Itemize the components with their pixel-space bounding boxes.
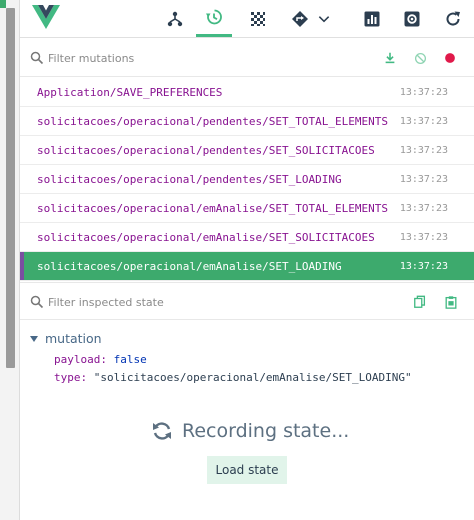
- mutation-time: 13:37:23: [399, 115, 448, 127]
- mutation-row[interactable]: solicitacoes/operacional/pendentes/SET_S…: [20, 136, 474, 165]
- mutation-name: solicitacoes/operacional/emAnalise/SET_S…: [37, 230, 375, 244]
- mutation-name: solicitacoes/operacional/emAnalise/SET_L…: [37, 259, 342, 273]
- mutations-filter-bar: [20, 39, 474, 77]
- mutation-section-toggle[interactable]: mutation: [30, 331, 102, 346]
- performance-icon: [364, 11, 380, 26]
- inspector-mutation-section: mutation payload: false type: "solicitac…: [20, 322, 474, 402]
- settings-icon: [404, 11, 420, 26]
- left-scrollbar[interactable]: [6, 8, 15, 368]
- search-icon: [30, 51, 44, 65]
- mutation-row[interactable]: solicitacoes/operacional/pendentes/SET_T…: [20, 107, 474, 136]
- search-icon: [30, 295, 44, 309]
- mutation-row-selected[interactable]: solicitacoes/operacional/emAnalise/SET_L…: [20, 252, 474, 281]
- sync-icon: [153, 422, 171, 440]
- mutation-time: 13:37:23: [399, 86, 448, 98]
- more-tabs-dropdown[interactable]: [313, 0, 335, 37]
- load-state-button[interactable]: Load state: [207, 456, 287, 484]
- record-icon: [445, 53, 455, 63]
- timeline-tab[interactable]: [196, 0, 232, 37]
- mutation-row[interactable]: solicitacoes/operacional/pendentes/SET_L…: [20, 165, 474, 194]
- payload-property: payload: false: [54, 353, 147, 366]
- recording-text: Recording state...: [182, 420, 350, 442]
- paste-state-button[interactable]: [443, 294, 459, 310]
- mutation-row[interactable]: solicitacoes/operacional/emAnalise/SET_T…: [20, 194, 474, 223]
- copy-icon: [414, 295, 426, 308]
- recording-status: Recording state...: [150, 419, 349, 443]
- components-icon: [167, 11, 183, 26]
- mutation-time: 13:37:23: [399, 202, 448, 214]
- payload-value: false: [113, 353, 147, 366]
- settings-tab[interactable]: [394, 0, 430, 37]
- record-toggle[interactable]: [442, 50, 458, 66]
- refresh-icon: [446, 11, 460, 26]
- state-filter-bar: [20, 282, 474, 320]
- mutation-section-title: mutation: [45, 331, 102, 346]
- vue-logo: [32, 5, 60, 29]
- download-icon: [385, 52, 395, 64]
- mutation-time: 13:37:23: [399, 173, 448, 185]
- filter-state-input[interactable]: [48, 292, 348, 312]
- mutation-name: solicitacoes/operacional/pendentes/SET_T…: [37, 114, 388, 128]
- payload-key: payload:: [54, 353, 107, 366]
- toolbar: [20, 0, 474, 38]
- revert-all-button[interactable]: [412, 50, 428, 66]
- mutation-time: 13:37:23: [399, 231, 448, 243]
- mutation-time: 13:37:23: [399, 144, 448, 156]
- mutation-time: 13:37:23: [399, 260, 448, 272]
- devtools-panel: Application/SAVE_PREFERENCES 13:37:23 so…: [20, 0, 474, 520]
- vuex-tab[interactable]: [240, 0, 276, 37]
- triangle-down-icon: [30, 335, 38, 342]
- mutation-name: solicitacoes/operacional/pendentes/SET_L…: [37, 172, 342, 186]
- mutations-list: Application/SAVE_PREFERENCES 13:37:23 so…: [20, 78, 474, 281]
- left-panel-edge: [0, 0, 20, 520]
- clipboard-icon: [445, 296, 457, 309]
- mutation-row[interactable]: solicitacoes/operacional/emAnalise/SET_S…: [20, 223, 474, 252]
- mutation-row[interactable]: Application/SAVE_PREFERENCES 13:37:23: [20, 78, 474, 107]
- edge-accent: [0, 0, 6, 8]
- refresh-button[interactable]: [435, 0, 471, 37]
- mutation-name: solicitacoes/operacional/pendentes/SET_S…: [37, 143, 375, 157]
- mutation-name: solicitacoes/operacional/emAnalise/SET_T…: [37, 201, 388, 215]
- type-value: "solicitacoes/operacional/emAnalise/SET_…: [93, 371, 412, 384]
- commit-all-button[interactable]: [382, 50, 398, 66]
- filter-mutations-input[interactable]: [48, 48, 348, 68]
- performance-tab[interactable]: [354, 0, 390, 37]
- vuex-icon: [251, 11, 265, 26]
- routing-icon: [292, 10, 308, 27]
- chevron-down-icon: [318, 15, 330, 22]
- mutation-name: Application/SAVE_PREFERENCES: [37, 85, 223, 99]
- block-icon: [414, 52, 426, 64]
- type-key: type:: [54, 371, 88, 384]
- timeline-icon: [206, 9, 222, 25]
- type-property: type: "solicitacoes/operacional/emAnalis…: [54, 371, 412, 384]
- components-tab[interactable]: [157, 0, 193, 37]
- copy-state-button[interactable]: [412, 294, 428, 310]
